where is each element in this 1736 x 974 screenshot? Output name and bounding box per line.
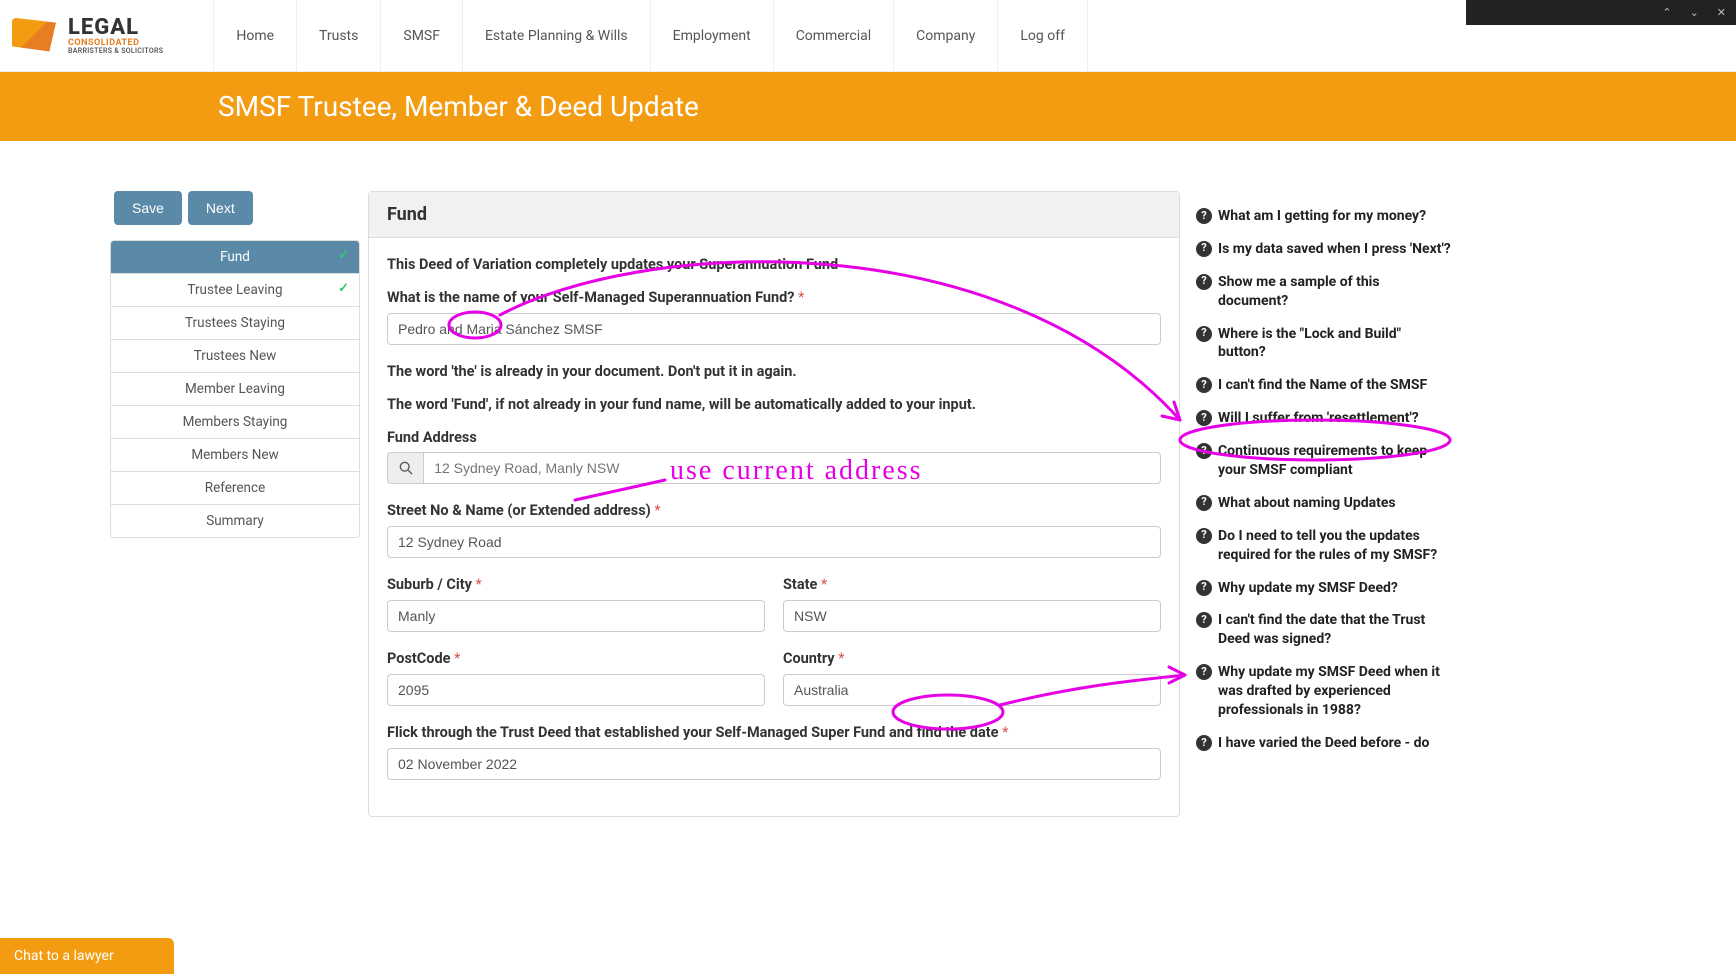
faq-item-2[interactable]: ? Show me a sample of this document? xyxy=(1196,273,1451,311)
street-label: Street No & Name (or Extended address) * xyxy=(387,502,1161,519)
question-icon: ? xyxy=(1196,377,1212,393)
question-icon: ? xyxy=(1196,410,1212,426)
faq-item-7[interactable]: ? What about naming Updates xyxy=(1196,494,1451,513)
logo-icon xyxy=(10,16,60,56)
find-close-icon[interactable]: ✕ xyxy=(1717,6,1726,19)
check-icon: ✓ xyxy=(338,248,349,263)
search-icon xyxy=(399,461,413,475)
step-list: Fund✓Trustee Leaving✓Trustees StayingTru… xyxy=(110,240,360,538)
fund-name-label: What is the name of your Self-Managed Su… xyxy=(387,289,1161,306)
faq-item-6[interactable]: ? Continuous requirements to keep your SM… xyxy=(1196,442,1451,480)
faq-item-11[interactable]: ? Why update my SMSF Deed when it was dra… xyxy=(1196,663,1451,720)
date-label: Flick through the Trust Deed that establ… xyxy=(387,724,1161,741)
state-input[interactable] xyxy=(783,600,1161,632)
intro-text: This Deed of Variation completely update… xyxy=(387,256,1161,273)
panel-title: Fund xyxy=(369,192,1179,238)
fund-address-label: Fund Address xyxy=(387,429,1161,446)
next-button[interactable]: Next xyxy=(188,191,253,225)
faq-item-0[interactable]: ? What am I getting for my money? xyxy=(1196,207,1451,226)
question-icon: ? xyxy=(1196,528,1212,544)
step-members-staying[interactable]: Members Staying xyxy=(111,406,359,439)
step-trustee-leaving[interactable]: Trustee Leaving✓ xyxy=(111,274,359,307)
suburb-label: Suburb / City * xyxy=(387,576,765,593)
page-banner: SMSF Trustee, Member & Deed Update xyxy=(0,72,1736,141)
street-input[interactable] xyxy=(387,526,1161,558)
faq-text: I can't find the date that the Trust Dee… xyxy=(1218,611,1451,649)
step-reference[interactable]: Reference xyxy=(111,472,359,505)
faq-item-10[interactable]: ? I can't find the date that the Trust De… xyxy=(1196,611,1451,649)
question-icon: ? xyxy=(1196,326,1212,342)
faq-item-12[interactable]: ? I have varied the Deed before - do xyxy=(1196,734,1451,753)
nav-smsf[interactable]: SMSF xyxy=(380,0,462,71)
faq-item-5[interactable]: ? Will I suffer from 'resettlement'? xyxy=(1196,409,1451,428)
faq-text: What about naming Updates xyxy=(1218,494,1396,513)
note-fund: The word 'Fund', if not already in your … xyxy=(387,396,1161,413)
nav-home[interactable]: Home xyxy=(213,0,296,71)
check-icon: ✓ xyxy=(338,281,349,296)
step-fund[interactable]: Fund✓ xyxy=(111,241,359,274)
faq-item-3[interactable]: ? Where is the "Lock and Build" button? xyxy=(1196,325,1451,363)
question-icon: ? xyxy=(1196,274,1212,290)
nav-logoff[interactable]: Log off xyxy=(997,0,1088,71)
step-trustees-staying[interactable]: Trustees Staying xyxy=(111,307,359,340)
question-icon: ? xyxy=(1196,241,1212,257)
fund-name-input[interactable] xyxy=(387,313,1161,345)
faq-text: Continuous requirements to keep your SMS… xyxy=(1218,442,1451,480)
nav-commercial[interactable]: Commercial xyxy=(773,0,893,71)
date-input[interactable] xyxy=(387,748,1161,780)
save-button[interactable]: Save xyxy=(114,191,182,225)
brand-line2: BARRISTERS & SOLICITORS xyxy=(68,48,163,55)
form-panel: Fund This Deed of Variation completely u… xyxy=(368,191,1180,817)
question-icon: ? xyxy=(1196,495,1212,511)
faq-item-8[interactable]: ? Do I need to tell you the updates requi… xyxy=(1196,527,1451,565)
find-next-icon[interactable]: ⌄ xyxy=(1690,6,1699,19)
postcode-input[interactable] xyxy=(387,674,765,706)
faq-text: I have varied the Deed before - do xyxy=(1218,734,1429,753)
nav-employment[interactable]: Employment xyxy=(650,0,773,71)
page-title: SMSF Trustee, Member & Deed Update xyxy=(218,90,1736,123)
question-icon: ? xyxy=(1196,612,1212,628)
faq-text: What am I getting for my money? xyxy=(1218,207,1426,226)
suburb-input[interactable] xyxy=(387,600,765,632)
nav-estate[interactable]: Estate Planning & Wills xyxy=(462,0,650,71)
faq-text: Will I suffer from 'resettlement'? xyxy=(1218,409,1419,428)
faq-text: Is my data saved when I press 'Next'? xyxy=(1218,240,1451,259)
faq-text: Why update my SMSF Deed? xyxy=(1218,579,1398,598)
main-nav: Home Trusts SMSF Estate Planning & Wills… xyxy=(213,0,1088,71)
faq-text: Show me a sample of this document? xyxy=(1218,273,1451,311)
browser-find-overlay: ⌃ ⌄ ✕ xyxy=(1466,0,1736,25)
question-icon: ? xyxy=(1196,208,1212,224)
brand-name: LEGAL xyxy=(68,17,163,39)
faq-item-1[interactable]: ? Is my data saved when I press 'Next'? xyxy=(1196,240,1451,259)
step-trustees-new[interactable]: Trustees New xyxy=(111,340,359,373)
step-summary[interactable]: Summary xyxy=(111,505,359,537)
faq-text: I can't find the Name of the SMSF xyxy=(1218,376,1427,395)
faq-item-4[interactable]: ? I can't find the Name of the SMSF xyxy=(1196,376,1451,395)
address-search-button[interactable] xyxy=(387,452,423,484)
nav-company[interactable]: Company xyxy=(893,0,997,71)
step-member-leaving[interactable]: Member Leaving xyxy=(111,373,359,406)
logo[interactable]: LEGAL CONSOLIDATED BARRISTERS & SOLICITO… xyxy=(10,16,183,56)
postcode-label: PostCode * xyxy=(387,650,765,667)
step-members-new[interactable]: Members New xyxy=(111,439,359,472)
question-icon: ? xyxy=(1196,580,1212,596)
faq-sidebar: ? What am I getting for my money?? Is my d… xyxy=(1196,191,1451,767)
country-input[interactable] xyxy=(783,674,1161,706)
note-the: The word 'the' is already in your docume… xyxy=(387,363,1161,380)
question-icon: ? xyxy=(1196,735,1212,751)
faq-item-9[interactable]: ? Why update my SMSF Deed? xyxy=(1196,579,1451,598)
chat-tab[interactable]: Chat to a lawyer xyxy=(0,938,174,974)
faq-text: Where is the "Lock and Build" button? xyxy=(1218,325,1451,363)
faq-text: Do I need to tell you the updates requir… xyxy=(1218,527,1451,565)
question-icon: ? xyxy=(1196,443,1212,459)
nav-trusts[interactable]: Trusts xyxy=(296,0,380,71)
country-label: Country * xyxy=(783,650,1161,667)
question-icon: ? xyxy=(1196,664,1212,680)
address-search-input[interactable] xyxy=(423,452,1161,484)
find-prev-icon[interactable]: ⌃ xyxy=(1662,6,1671,19)
faq-text: Why update my SMSF Deed when it was draf… xyxy=(1218,663,1451,720)
state-label: State * xyxy=(783,576,1161,593)
